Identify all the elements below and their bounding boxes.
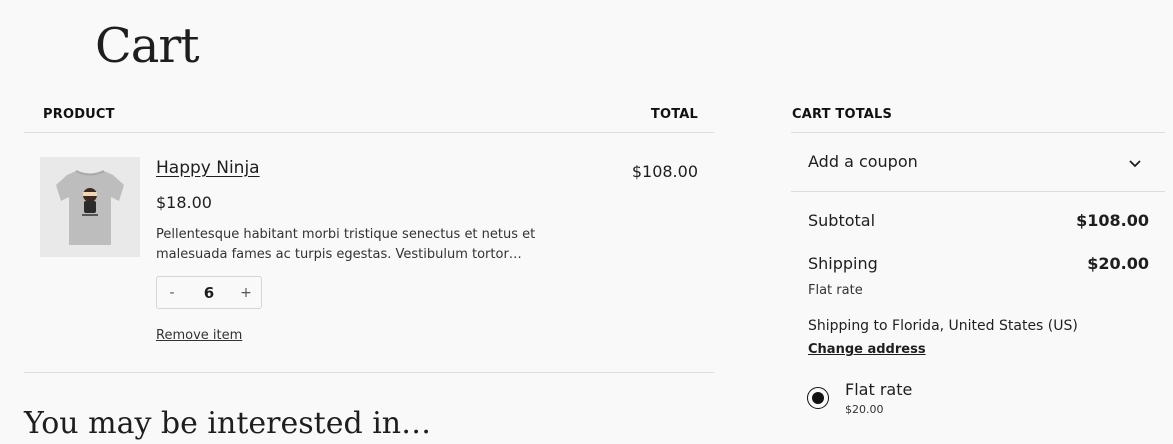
add-coupon-toggle[interactable]: Add a coupon bbox=[808, 152, 918, 171]
shipping-destination: Shipping to Florida, United States (US) bbox=[808, 318, 1078, 334]
remove-item-link[interactable]: Remove item bbox=[156, 328, 242, 343]
flat-rate-option-label[interactable]: Flat rate bbox=[845, 380, 912, 399]
quantity-increment-button[interactable]: + bbox=[231, 277, 261, 308]
line-total: $108.00 bbox=[631, 162, 698, 181]
product-name-link[interactable]: Happy Ninja bbox=[156, 158, 260, 178]
quantity-decrement-button[interactable]: - bbox=[157, 277, 187, 308]
product-description: Pellentesque habitant morbi tristique se… bbox=[156, 227, 536, 262]
total-column-header: TOTAL bbox=[650, 107, 698, 122]
totals-header-divider bbox=[791, 132, 1165, 133]
product-column-header: PRODUCT bbox=[43, 107, 115, 122]
row-divider bbox=[24, 372, 714, 373]
subtotal-label: Subtotal bbox=[808, 211, 876, 230]
page-title: Cart bbox=[95, 18, 200, 74]
flat-rate-option-price: $20.00 bbox=[845, 403, 884, 416]
shipping-label: Shipping bbox=[808, 254, 878, 273]
product-price: $18.00 bbox=[156, 193, 212, 212]
tshirt-ninja-image bbox=[56, 170, 124, 245]
coupon-divider bbox=[791, 191, 1165, 192]
subtotal-value: $108.00 bbox=[1076, 211, 1149, 230]
header-divider bbox=[24, 132, 714, 133]
quantity-stepper[interactable]: - 6 + bbox=[156, 276, 262, 309]
cross-sells-heading: You may be interested in… bbox=[24, 406, 432, 441]
shipping-method: Flat rate bbox=[808, 283, 863, 298]
product-thumbnail[interactable] bbox=[40, 157, 140, 257]
flat-rate-radio[interactable] bbox=[807, 387, 829, 409]
change-address-link[interactable]: Change address bbox=[808, 342, 926, 357]
cart-totals-heading: CART TOTALS bbox=[792, 107, 893, 122]
quantity-value[interactable]: 6 bbox=[189, 284, 229, 302]
shipping-value: $20.00 bbox=[1087, 254, 1149, 273]
chevron-down-icon[interactable] bbox=[1128, 156, 1142, 170]
